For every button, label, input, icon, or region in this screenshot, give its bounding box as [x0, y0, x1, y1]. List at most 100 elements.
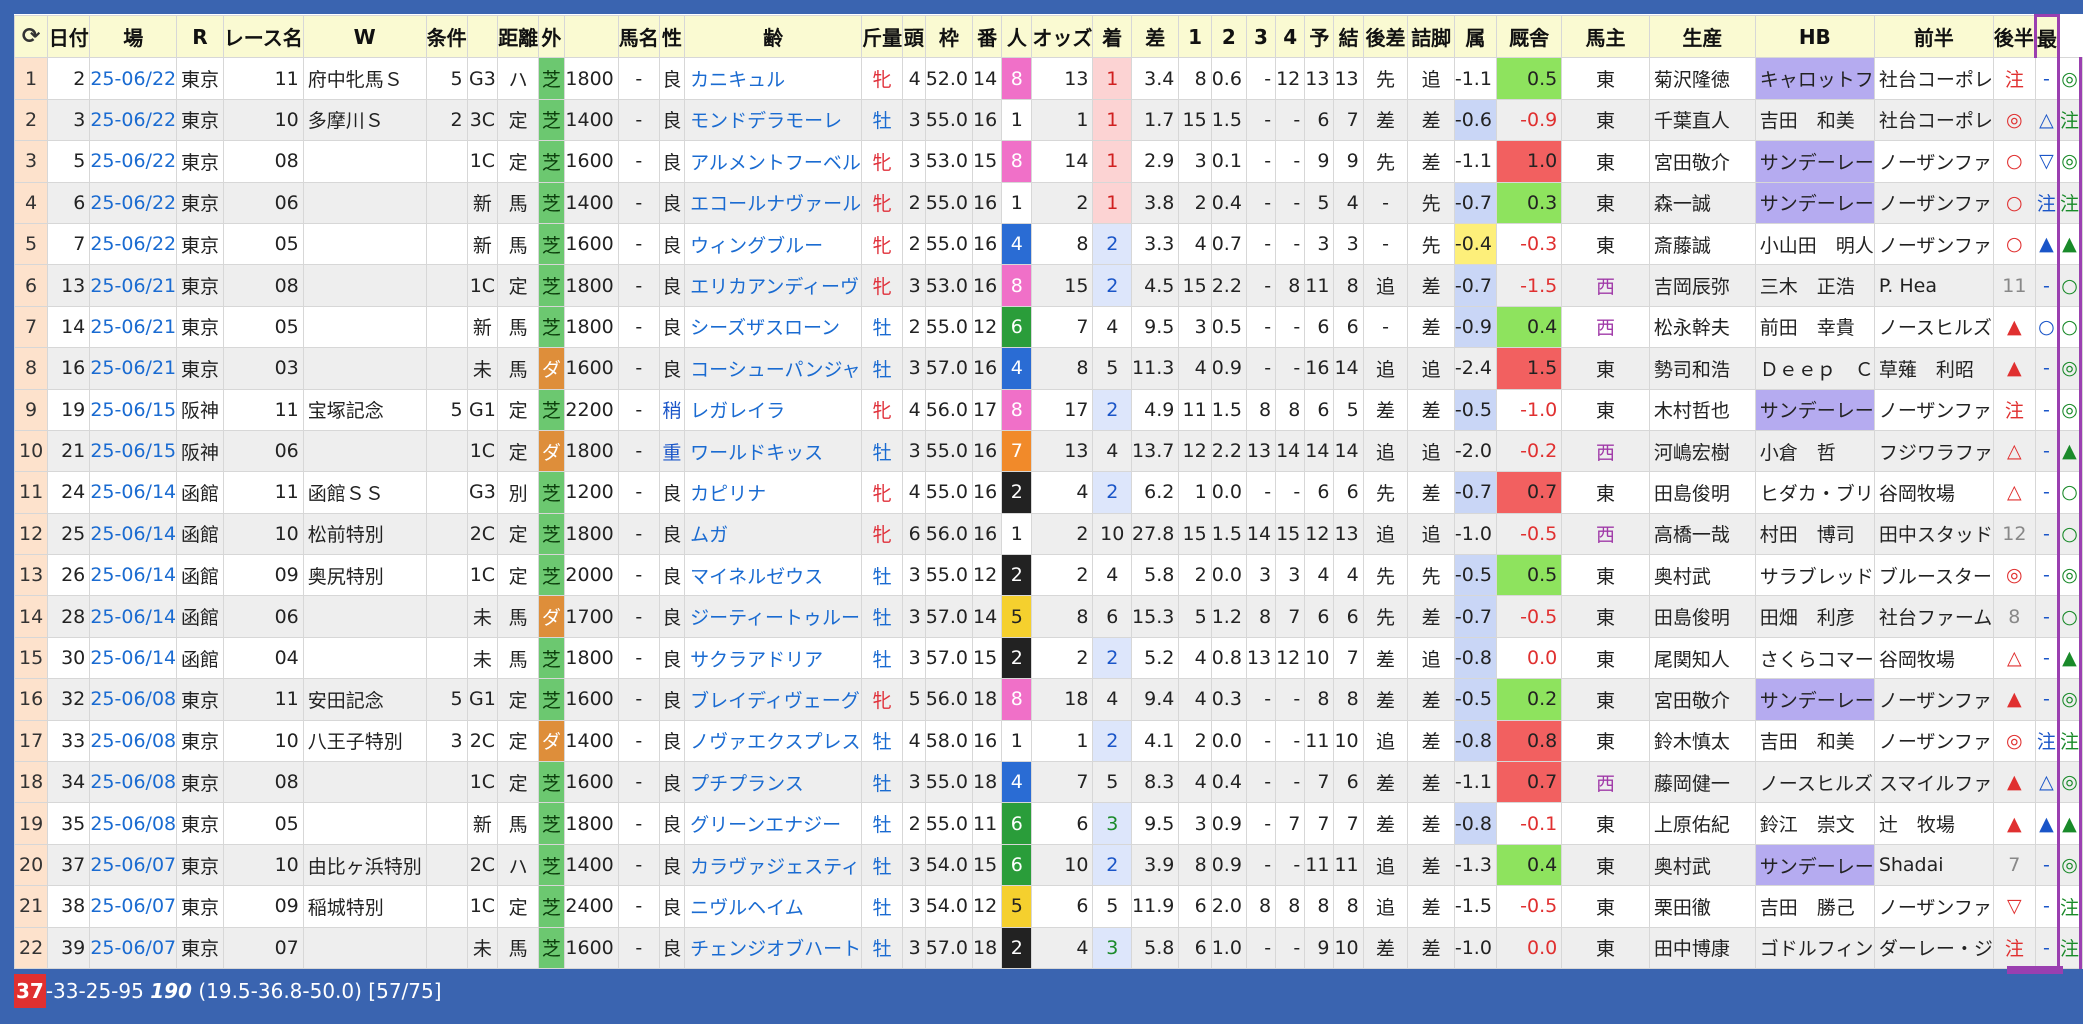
column-header-3[interactable]: R — [176, 14, 224, 59]
column-header-16[interactable]: 枠 — [924, 14, 974, 59]
column-header-2[interactable]: 場 — [89, 14, 178, 59]
column-header-13[interactable]: 齢 — [684, 14, 863, 59]
table-row[interactable]: 11 24 25-06/14 函館 11 函館ＳＳ G3 別芝 1200- 良カピリナ牝 4 55.0… — [13, 471, 2083, 514]
cell-2[interactable]: 25-06/08 — [89, 761, 178, 804]
cell-2[interactable]: 25-06/22 — [89, 57, 178, 100]
column-header-19[interactable]: オッズ — [1031, 14, 1094, 59]
column-header-30[interactable]: 属 — [1453, 14, 1497, 59]
cell-13[interactable]: チェンジオブハート — [684, 926, 863, 969]
cell-13[interactable]: カニキュル — [684, 57, 863, 100]
column-header-14[interactable]: 斤量 — [861, 14, 904, 59]
cell-13[interactable]: プチプランス — [684, 761, 863, 804]
table-row[interactable]: 12 25 25-06/14 函館 10 松前特別 2C 定芝 1800- 良ムガ牝 6 56.0 16… — [13, 512, 2083, 556]
cell-2[interactable]: 25-06/08 — [89, 802, 178, 845]
cell-13[interactable]: アルメントフーベル — [684, 140, 863, 183]
column-header-34[interactable]: HB — [1754, 14, 1875, 59]
column-header-24[interactable]: 3 — [1245, 14, 1277, 59]
table-row[interactable]: 17 33 25-06/08 東京 10 八王子特別 3 2C 定ダ 1400- 良ノヴァエクスプレ… — [13, 719, 2083, 763]
cell-2[interactable]: 25-06/14 — [89, 636, 178, 680]
column-header-37[interactable]: 最 — [2033, 13, 2060, 59]
cell-2[interactable]: 25-06/08 — [89, 719, 178, 763]
column-header-20[interactable]: 着 — [1092, 14, 1133, 59]
cell-13[interactable]: コーシューパンジャ — [684, 347, 863, 390]
cell-2[interactable]: 25-06/07 — [89, 926, 178, 969]
cell-2[interactable]: 25-06/22 — [89, 222, 178, 266]
table-row[interactable]: 14 28 25-06/14 函館 06 未馬ダ 1700- 良ジーティートゥルー牡 3 57.0… — [13, 595, 2083, 638]
column-header-17[interactable]: 番 — [972, 14, 1003, 59]
cell-2[interactable]: 25-06/14 — [89, 554, 178, 597]
cell-13[interactable]: エコールナヴァール — [684, 181, 863, 224]
table-row[interactable]: 9 19 25-06/15 阪神 11 宝塚記念 5 G1 定芝 2200- 稍レガレイラ牝 4 56.… — [13, 388, 2083, 431]
column-header-36[interactable]: 後半 — [1992, 14, 2036, 59]
column-header-15[interactable]: 頭 — [902, 14, 926, 59]
table-row[interactable]: 1 2 25-06/22 東京 11 府中牝馬Ｓ 5 G3 ハ芝 1800- 良カニキュル牝 4 52.… — [13, 57, 2083, 100]
table-row[interactable]: 19 35 25-06/08 東京 05 新馬芝 1800- 良グリーンエナジー牡 2 55.0 1… — [13, 802, 2083, 845]
column-header-35[interactable]: 前半 — [1873, 14, 1994, 59]
cell-2[interactable]: 25-06/21 — [89, 264, 178, 307]
table-row[interactable]: 6 13 25-06/21 東京 08 1C 定芝 1800- 良エリカアンディーヴ牝 3 53.0… — [13, 264, 2083, 307]
refresh-button[interactable]: ⟳ — [13, 14, 49, 59]
cell-13[interactable]: レガレイラ — [684, 388, 863, 431]
cell-2[interactable]: 25-06/21 — [89, 305, 178, 349]
refresh-icon[interactable]: ⟳ — [22, 24, 40, 49]
cell-2[interactable]: 25-06/22 — [89, 98, 178, 142]
cell-2[interactable]: 25-06/14 — [89, 595, 178, 638]
table-row[interactable]: 15 30 25-06/14 函館 04 未馬芝 1800- 良サクラアドリア牡 3 57.0 15… — [13, 636, 2083, 680]
column-header-29[interactable]: 詰脚 — [1407, 14, 1455, 59]
cell-13[interactable]: エリカアンディーヴ — [684, 264, 863, 307]
table-row[interactable]: 22 39 25-06/07 東京 07 未馬芝 1600- 良チェンジオブハート牡 3 57.0… — [13, 926, 2083, 969]
cell-13[interactable]: モンドデラモーレ — [684, 98, 863, 142]
column-header-8[interactable]: 距離 — [497, 14, 540, 59]
column-header-6[interactable]: 条件 — [425, 14, 468, 59]
cell-13[interactable]: マイネルゼウス — [684, 554, 863, 597]
column-header-18[interactable]: 人 — [1001, 14, 1033, 59]
cell-2[interactable]: 25-06/08 — [89, 678, 178, 721]
column-header-5[interactable]: W — [302, 14, 427, 59]
table-row[interactable]: 3 5 25-06/22 東京 08 1C 定芝 1600- 良アルメントフーベル牝 3 53.0 1… — [13, 140, 2083, 183]
cell-13[interactable]: グリーンエナジー — [684, 802, 863, 845]
column-header-26[interactable]: 予 — [1304, 14, 1335, 59]
cell-13[interactable]: カラヴァジェスティ — [684, 843, 863, 887]
table-row[interactable]: 7 14 25-06/21 東京 05 新馬芝 1800- 良シーズザスローン牡 2 55.0 12… — [13, 305, 2083, 349]
column-header-9[interactable]: 外 — [538, 14, 565, 59]
column-header-7[interactable] — [466, 14, 499, 59]
cell-2[interactable]: 25-06/14 — [89, 471, 178, 514]
table-row[interactable]: 16 32 25-06/08 東京 11 安田記念 5 G1 定芝 1600- 良ブレイディヴェーグ… — [13, 678, 2083, 721]
column-header-28[interactable]: 後差 — [1362, 14, 1409, 59]
column-header-12[interactable]: 性 — [658, 14, 686, 59]
cell-13[interactable]: シーズザスローン — [684, 305, 863, 349]
column-header-31[interactable]: 厩舎 — [1495, 14, 1563, 59]
cell-2[interactable]: 25-06/07 — [89, 885, 178, 928]
cell-13[interactable]: サクラアドリア — [684, 636, 863, 680]
table-row[interactable]: 21 38 25-06/07 東京 09 稲城特別 1C 定芝 2400- 良ニヴルヘイム牡 3 54… — [13, 885, 2083, 928]
table-row[interactable]: 4 6 25-06/22 東京 06 新馬芝 1400- 良エコールナヴァール牝 2 55.0 16… — [13, 181, 2083, 224]
table-row[interactable]: 5 7 25-06/22 東京 05 新馬芝 1600- 良ウィングブルー牝 2 55.0 16 4 8… — [13, 222, 2083, 266]
cell-2[interactable]: 25-06/15 — [89, 429, 178, 473]
cell-2[interactable]: 25-06/22 — [89, 140, 178, 183]
table-row[interactable]: 8 16 25-06/21 東京 03 未馬ダ 1600- 良コーシューパンジャ牡 3 57.0 1… — [13, 347, 2083, 390]
column-header-22[interactable]: 1 — [1178, 14, 1212, 59]
column-header-25[interactable]: 4 — [1275, 14, 1306, 59]
cell-13[interactable]: ニヴルヘイム — [684, 885, 863, 928]
column-header-33[interactable]: 生産 — [1648, 14, 1756, 59]
table-row[interactable]: 10 21 25-06/15 阪神 06 1C 定ダ 1800- 重ワールドキッス牡 3 55.0 1… — [13, 429, 2083, 473]
table-row[interactable]: 20 37 25-06/07 東京 10 由比ヶ浜特別 2C ハ芝 1400- 良カラヴァジェステ… — [13, 843, 2083, 887]
cell-13[interactable]: ジーティートゥルー — [684, 595, 863, 638]
cell-13[interactable]: カピリナ — [684, 471, 863, 514]
cell-2[interactable]: 25-06/15 — [89, 388, 178, 431]
cell-2[interactable]: 25-06/22 — [89, 181, 178, 224]
cell-13[interactable]: ワールドキッス — [684, 429, 863, 473]
column-header-4[interactable]: レース名 — [222, 14, 304, 59]
table-row[interactable]: 2 3 25-06/22 東京 10 多摩川Ｓ 2 3C 定芝 1400- 良モンドデラモーレ牡 3 5… — [13, 98, 2083, 142]
cell-13[interactable]: ウィングブルー — [684, 222, 863, 266]
cell-13[interactable]: ノヴァエクスプレス — [684, 719, 863, 763]
column-header-23[interactable]: 2 — [1210, 14, 1247, 59]
cell-2[interactable]: 25-06/07 — [89, 843, 178, 887]
cell-2[interactable]: 25-06/14 — [89, 512, 178, 556]
cell-2[interactable]: 25-06/21 — [89, 347, 178, 390]
table-row[interactable]: 13 26 25-06/14 函館 09 奥尻特別 1C 定芝 2000- 良マイネルゼウス牡 3 5… — [13, 554, 2083, 597]
cell-13[interactable]: ブレイディヴェーグ — [684, 678, 863, 721]
column-header-11[interactable]: 馬名 — [617, 14, 660, 59]
column-header-1[interactable]: 日付 — [47, 14, 91, 59]
column-header-27[interactable]: 結 — [1333, 14, 1364, 59]
